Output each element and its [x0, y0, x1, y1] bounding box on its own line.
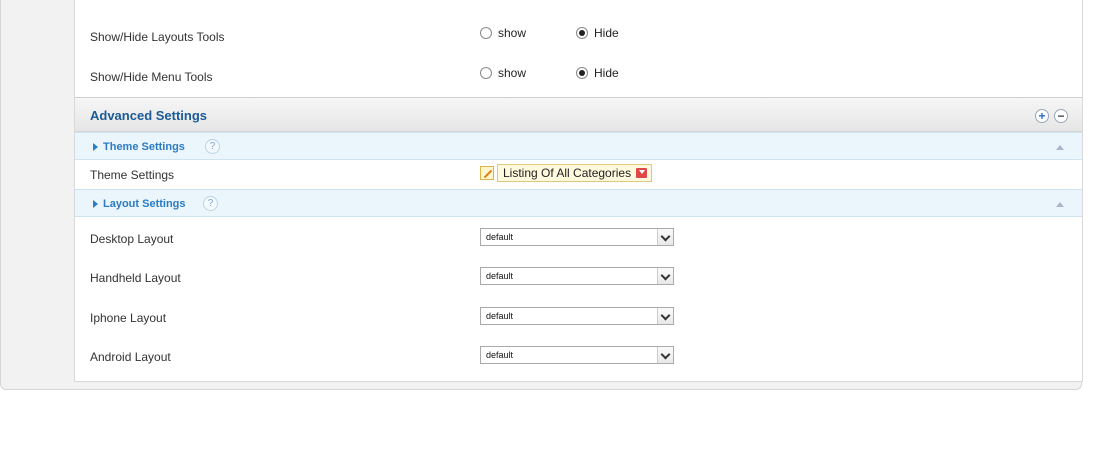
theme-selection[interactable]: Listing Of All Categories [480, 164, 653, 182]
collapse-arrow-icon[interactable] [1056, 145, 1064, 150]
minus-circle-icon[interactable]: − [1054, 109, 1068, 123]
outer-container: Show/Hide Layouts Tools show Hide Show/H… [0, 0, 1083, 390]
android-layout-row: Android Layout default [75, 346, 1082, 366]
menu-tools-show-radio[interactable]: show [480, 66, 526, 80]
handheld-layout-select[interactable]: default [480, 267, 674, 285]
layouts-tools-label: Show/Hide Layouts Tools [90, 30, 225, 44]
layout-settings-section-title: Layout Settings [103, 198, 186, 210]
expand-arrow-icon [93, 200, 98, 208]
chevron-down-icon[interactable] [657, 347, 673, 363]
chevron-down-icon[interactable] [657, 268, 673, 284]
desktop-layout-select[interactable]: default [480, 228, 674, 246]
collapse-arrow-icon[interactable] [1056, 202, 1064, 207]
menu-tools-label: Show/Hide Menu Tools [90, 70, 213, 84]
radio-label-hide: Hide [594, 66, 619, 80]
plus-circle-icon[interactable]: + [1035, 109, 1049, 123]
advanced-settings-title: Advanced Settings [90, 108, 208, 123]
radio-unchecked-icon[interactable] [480, 67, 492, 79]
layouts-tools-show-radio[interactable]: show [480, 26, 526, 40]
layout-settings-section-header[interactable]: Layout Settings ? [75, 189, 1082, 217]
android-layout-select[interactable]: default [480, 346, 674, 364]
theme-settings-row: Theme Settings Listing Of All Categories [75, 160, 1082, 188]
theme-settings-section-title: Theme Settings [103, 141, 185, 153]
iphone-layout-select[interactable]: default [480, 307, 674, 325]
edit-icon[interactable] [480, 166, 494, 180]
radio-label-show: show [498, 26, 527, 40]
settings-panel: Show/Hide Layouts Tools show Hide Show/H… [74, 0, 1083, 382]
layouts-tools-hide-radio[interactable]: Hide [576, 26, 619, 40]
chevron-down-icon[interactable] [657, 229, 673, 245]
iphone-layout-label: Iphone Layout [90, 311, 167, 325]
iphone-layout-row: Iphone Layout default [75, 307, 1082, 327]
radio-unchecked-icon[interactable] [480, 27, 492, 39]
radio-checked-icon[interactable] [576, 27, 588, 39]
handheld-layout-label: Handheld Layout [90, 271, 181, 285]
theme-value-chip[interactable]: Listing Of All Categories [497, 164, 653, 182]
menu-tools-hide-radio[interactable]: Hide [576, 66, 619, 80]
select-value: default [486, 350, 514, 360]
theme-settings-section-header[interactable]: Theme Settings ? [75, 132, 1082, 160]
chevron-down-icon[interactable] [657, 308, 673, 324]
android-layout-label: Android Layout [90, 350, 171, 364]
radio-label-show: show [498, 66, 527, 80]
select-value: default [486, 311, 514, 321]
expand-arrow-icon [93, 143, 98, 151]
theme-value: Listing Of All Categories [503, 166, 632, 180]
help-icon[interactable]: ? [203, 196, 218, 211]
desktop-layout-row: Desktop Layout default [75, 228, 1082, 248]
radio-checked-icon[interactable] [576, 67, 588, 79]
help-icon[interactable]: ? [205, 139, 220, 154]
layouts-tools-row: Show/Hide Layouts Tools show Hide [75, 26, 1082, 46]
advanced-settings-header[interactable]: Advanced Settings + − [75, 97, 1082, 132]
theme-settings-label: Theme Settings [90, 168, 175, 182]
handheld-layout-row: Handheld Layout default [75, 267, 1082, 287]
menu-tools-row: Show/Hide Menu Tools show Hide [75, 66, 1082, 86]
radio-label-hide: Hide [594, 26, 619, 40]
desktop-layout-label: Desktop Layout [90, 232, 174, 246]
dropdown-icon[interactable] [636, 168, 648, 178]
select-value: default [486, 271, 514, 281]
select-value: default [486, 232, 514, 242]
